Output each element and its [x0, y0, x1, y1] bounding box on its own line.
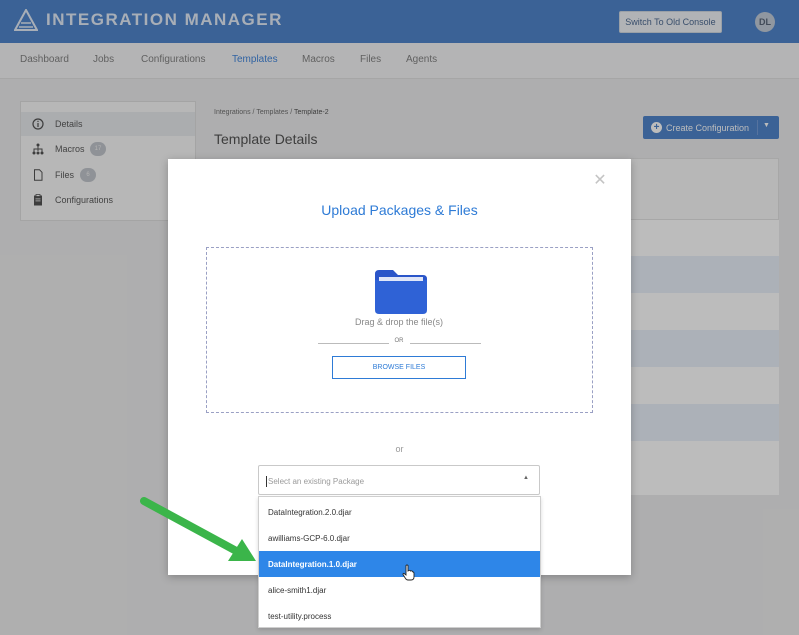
- package-option[interactable]: DataIntegration.2.0.djar: [259, 499, 540, 525]
- package-option[interactable]: awilliams-GCP-6.0.djar: [259, 525, 540, 551]
- drag-drop-text: Drag & drop the file(s): [354, 317, 444, 327]
- package-options-list: DataIntegration.2.0.djar awilliams-GCP-6…: [258, 496, 541, 628]
- package-option[interactable]: test-utility.process: [259, 603, 540, 629]
- close-icon[interactable]: ✕: [592, 173, 608, 189]
- green-arrow-icon: [140, 497, 256, 561]
- folder-icon: [375, 270, 427, 314]
- browse-files-button[interactable]: BROWSE FILES: [332, 356, 466, 379]
- package-option-highlighted[interactable]: DataIntegration.1.0.djar: [259, 551, 540, 577]
- hand-cursor-icon: [402, 564, 415, 581]
- chevron-up-icon[interactable]: ▲: [523, 475, 529, 481]
- select-placeholder: Select an existing Package: [265, 476, 365, 487]
- divider-line-right: [410, 343, 481, 344]
- modal-title: Upload Packages & Files: [321, 202, 478, 218]
- or-text: or: [395, 444, 404, 454]
- or-separator: OR: [394, 338, 404, 344]
- package-option[interactable]: alice-smith1.djar: [259, 577, 540, 603]
- file-dropzone[interactable]: Drag & drop the file(s) OR BROWSE FILES: [206, 247, 593, 413]
- package-select[interactable]: Select an existing Package ▲: [258, 465, 540, 495]
